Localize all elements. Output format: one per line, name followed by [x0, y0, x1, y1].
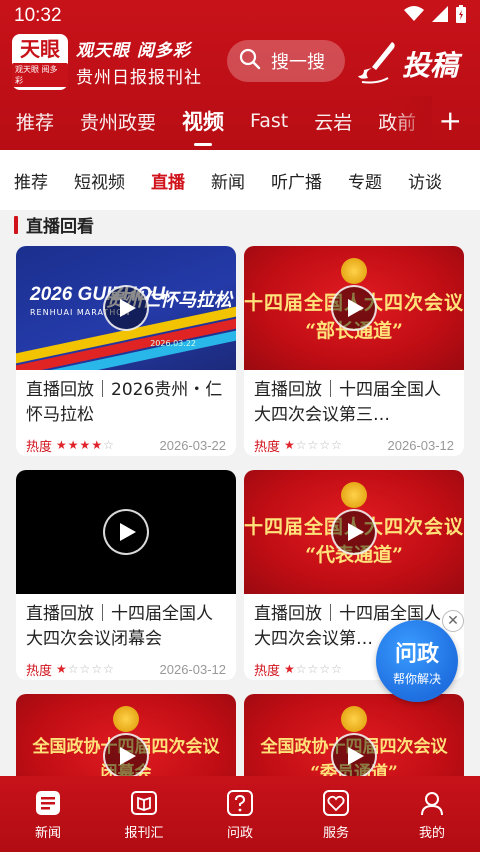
star-empty-icon: ☆ [79, 662, 91, 676]
play-icon[interactable] [103, 733, 149, 779]
submit-button[interactable]: 投稿 [358, 40, 458, 88]
channel-tab-active[interactable]: 视频 [182, 106, 224, 136]
cppcc-emblem-icon [341, 706, 367, 732]
star-filled-icon: ★ [91, 438, 103, 452]
star-empty-icon: ☆ [307, 662, 319, 676]
app-screen: 10:32 天眼 观天眼 阅多彩 观天眼 阅多彩 贵州日报报刊社 搜一搜 投稿 … [0, 0, 480, 852]
star-empty-icon: ☆ [295, 438, 307, 452]
video-thumbnail: 十四届全国人大四次会议 “部长通道” [244, 246, 464, 370]
card-title: 直播回放｜十四届全国人大四次会议第三… [254, 380, 441, 425]
card-date: 2026-03-12 [159, 661, 227, 677]
sub-tab[interactable]: 新闻 [211, 168, 245, 193]
sub-tab[interactable]: 访谈 [408, 168, 442, 193]
star-filled-icon: ★ [79, 438, 91, 452]
star-empty-icon: ☆ [331, 438, 342, 452]
inquiry-float-button[interactable]: 问政 帮你解决 [376, 620, 458, 702]
hot-label: 热度 [26, 439, 53, 455]
channel-tab[interactable]: 贵州政要 [80, 108, 156, 135]
star-empty-icon: ☆ [91, 662, 103, 676]
sub-tab[interactable]: 推荐 [14, 168, 48, 193]
brand-slogan: 观天眼 阅多彩 [76, 41, 191, 61]
header: 10:32 天眼 观天眼 阅多彩 观天眼 阅多彩 贵州日报报刊社 搜一搜 投稿 … [0, 0, 480, 150]
sub-tab[interactable]: 听广播 [271, 168, 322, 193]
video-card[interactable]: 十四届全国人大四次会议 “部长通道” 直播回放｜十四届全国人大四次会议第三… 热… [244, 246, 464, 456]
book-icon [129, 788, 159, 818]
search-box[interactable]: 搜一搜 [227, 40, 345, 82]
card-title: 直播回放｜2026贵州・仁怀马拉松 [26, 380, 223, 425]
star-empty-icon: ☆ [67, 662, 79, 676]
rating-stars: ★ ☆ ☆ ☆ ☆ [284, 438, 342, 452]
heart-service-icon [321, 788, 351, 818]
star-empty-icon: ☆ [295, 662, 307, 676]
video-thumbnail [16, 470, 236, 594]
card-date: 2026-03-12 [387, 437, 455, 453]
nav-tab-service[interactable]: 服务 [288, 776, 384, 852]
status-bar: 10:32 [0, 0, 480, 32]
card-date: 2026-03-22 [159, 437, 227, 453]
channel-tabs: 推荐 贵州政要 视频 Fast 云岩 政前 + [0, 96, 480, 146]
rating-stars: ★ ★ ★ ★ ☆ [56, 438, 114, 452]
status-time: 10:32 [14, 5, 62, 26]
rating-stars: ★ ☆ ☆ ☆ ☆ [284, 662, 342, 676]
video-thumbnail: 十四届全国人大四次会议 “代表通道” [244, 470, 464, 594]
nav-tab-inquiry[interactable]: 问政 [192, 776, 288, 852]
sub-tab-active[interactable]: 直播 [151, 168, 185, 193]
question-icon [225, 788, 255, 818]
play-icon[interactable] [103, 509, 149, 555]
star-empty-icon: ☆ [103, 438, 114, 452]
channel-tab[interactable]: 云岩 [314, 108, 352, 135]
play-icon[interactable] [331, 733, 377, 779]
hot-label: 热度 [254, 663, 281, 679]
section-title: 直播回看 [14, 212, 94, 237]
brand[interactable]: 天眼 观天眼 阅多彩 观天眼 阅多彩 贵州日报报刊社 [12, 34, 202, 90]
app-logo: 天眼 观天眼 阅多彩 [12, 34, 68, 90]
star-filled-icon: ★ [56, 662, 67, 676]
brush-icon [358, 40, 398, 88]
sub-tab[interactable]: 专题 [348, 168, 382, 193]
play-icon[interactable] [331, 285, 377, 331]
sub-tab[interactable]: 短视频 [74, 168, 125, 193]
nav-tab-news[interactable]: 新闻 [0, 776, 96, 852]
brand-name: 贵州日报报刊社 [76, 68, 202, 88]
star-empty-icon: ☆ [307, 438, 319, 452]
search-icon [239, 48, 261, 74]
play-icon[interactable] [103, 285, 149, 331]
news-icon [33, 788, 63, 818]
user-icon [417, 788, 447, 818]
signal-icon [432, 6, 448, 26]
sub-tabs: 推荐 短视频 直播 新闻 听广播 专题 访谈 [0, 150, 480, 210]
nav-tab-mine[interactable]: 我的 [384, 776, 480, 852]
star-empty-icon: ☆ [103, 662, 114, 676]
video-thumbnail: 2026 GUIZHOU RENHUAI MARATHON 贵州仁怀马拉松 20… [16, 246, 236, 370]
video-card[interactable]: 2026 GUIZHOU RENHUAI MARATHON 贵州仁怀马拉松 20… [16, 246, 236, 456]
add-channel-icon[interactable]: + [439, 104, 462, 137]
bottom-nav: 新闻 报刊汇 问政 服务 我的 [0, 776, 480, 852]
cppcc-emblem-icon [113, 706, 139, 732]
star-filled-icon: ★ [67, 438, 79, 452]
hot-label: 热度 [26, 663, 53, 679]
wifi-icon [404, 6, 424, 26]
star-filled-icon: ★ [284, 438, 295, 452]
star-filled-icon: ★ [284, 662, 295, 676]
hot-label: 热度 [254, 439, 281, 455]
rating-stars: ★ ☆ ☆ ☆ ☆ [56, 662, 114, 676]
star-empty-icon: ☆ [319, 438, 331, 452]
nav-tab-newspapers[interactable]: 报刊汇 [96, 776, 192, 852]
channel-tab[interactable]: Fast [250, 110, 288, 132]
thumb-date: 2026.03.22 [150, 339, 196, 348]
star-filled-icon: ★ [56, 438, 67, 452]
play-icon[interactable] [331, 509, 377, 555]
channel-tab[interactable]: 推荐 [16, 108, 54, 135]
national-emblem-icon [341, 482, 367, 508]
close-icon[interactable]: ✕ [442, 610, 464, 632]
card-title: 直播回放｜十四届全国人大四次会议闭幕会 [26, 604, 213, 649]
star-empty-icon: ☆ [319, 662, 331, 676]
search-placeholder: 搜一搜 [271, 52, 325, 73]
national-emblem-icon [341, 258, 367, 284]
battery-icon [456, 5, 466, 27]
video-card[interactable]: 直播回放｜十四届全国人大四次会议闭幕会 热度 ★ ☆ ☆ ☆ ☆ 2026-03-12 [16, 470, 236, 680]
star-empty-icon: ☆ [331, 662, 342, 676]
